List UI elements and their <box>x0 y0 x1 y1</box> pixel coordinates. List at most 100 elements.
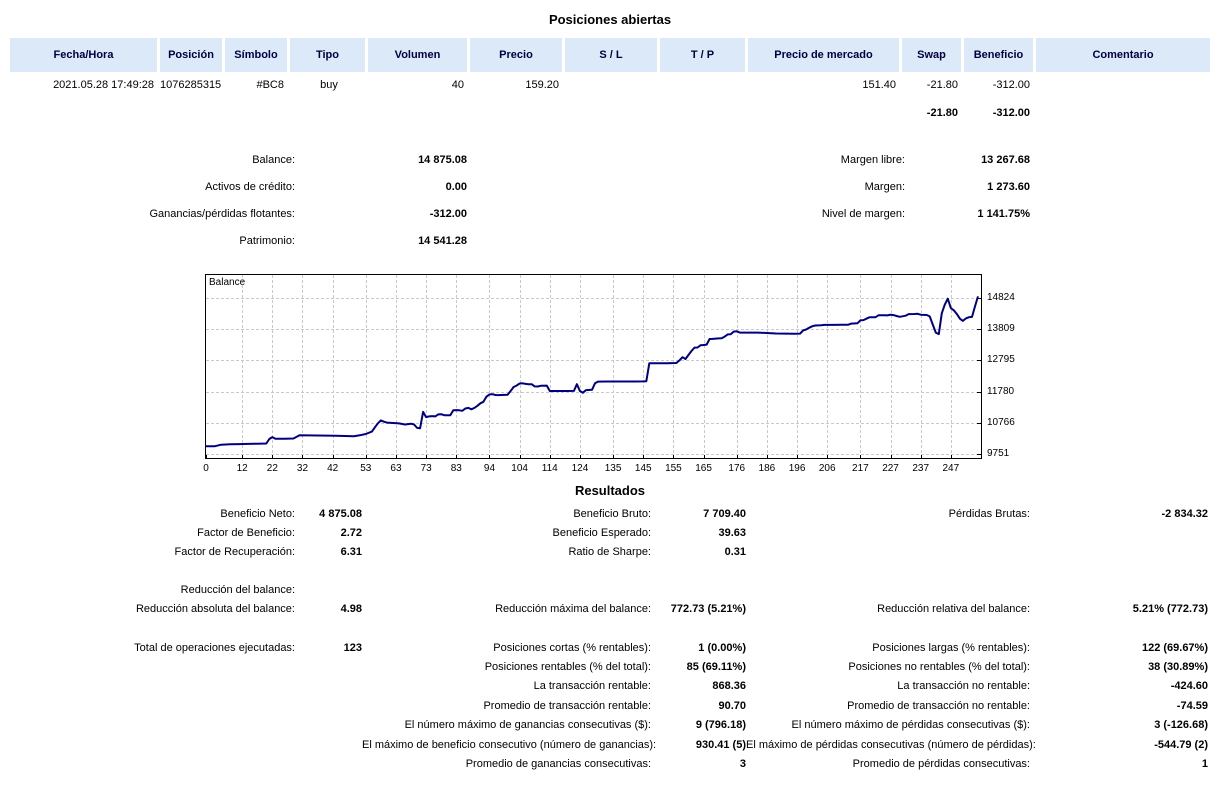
patrimonio-label: Patrimonio: <box>239 234 295 247</box>
x-tick-label: 94 <box>483 463 496 474</box>
cell-swap: -21.80 <box>926 79 958 91</box>
table-header-row: Fecha/Hora Posición Símbolo Tipo Volumen… <box>10 38 1210 72</box>
x-tick-label: 114 <box>541 463 558 474</box>
x-tick-label: 206 <box>818 463 836 474</box>
result-label: El número máximo de pérdidas consecutiva… <box>791 719 1030 732</box>
x-tick-label: 155 <box>665 463 682 474</box>
result-value: 4.98 <box>340 603 362 616</box>
results-row: Factor de Beneficio: 2.72 Beneficio Espe… <box>0 523 1208 542</box>
result-value: 3 <box>739 757 746 770</box>
y-tick-label: 12795 <box>987 354 1015 366</box>
result-value: 90.70 <box>718 699 746 712</box>
result-label: Factor de Recuperación: <box>174 546 295 559</box>
patrimonio-value: 14 541.28 <box>418 234 467 247</box>
page-title: Posiciones abiertas <box>548 12 672 27</box>
x-tick-label: 165 <box>695 463 712 474</box>
column-header-beneficio: Beneficio <box>964 38 1036 72</box>
chart-plot-area <box>205 274 982 459</box>
result-value: -2 834.32 <box>1161 507 1208 520</box>
y-tick-label: 13809 <box>987 323 1015 335</box>
result-label: Promedio de transacción no rentable: <box>847 699 1030 712</box>
x-tick-label: 32 <box>296 463 309 474</box>
activos-credito-label: Activos de crédito: <box>205 180 295 193</box>
result-label: Beneficio Bruto: <box>573 507 651 520</box>
balance-chart: Balance 14824 13809 12795 11780 10766 9751 0 1… <box>203 274 1220 479</box>
cell-tipo: buy <box>320 79 338 91</box>
results-row: Posiciones rentables (% del total): 85 (… <box>0 657 1208 676</box>
x-tick-label: 42 <box>327 463 339 474</box>
cell-sl <box>565 72 660 98</box>
y-axis-labels: 14824 13809 12795 11780 10766 9751 <box>987 275 1032 459</box>
column-header-simbolo: Símbolo <box>225 38 290 72</box>
x-axis-labels: 0 12 22 32 42 53 63 73 83 94 104 114 124 135 145 155 165… <box>203 463 983 477</box>
cell-volumen: 40 <box>451 79 464 91</box>
result-label: Pérdidas Brutas: <box>948 507 1030 520</box>
cell-posicion: 1076285315 <box>160 79 222 91</box>
result-label: Beneficio Neto: <box>220 507 295 520</box>
column-header-tp: T / P <box>660 38 748 72</box>
result-label: Reducción absoluta del balance: <box>135 603 295 616</box>
cell-simbolo: #BC8 <box>256 79 284 91</box>
result-label: Factor de Beneficio: <box>197 527 295 540</box>
cell-tp <box>660 72 748 98</box>
result-label: La transacción rentable: <box>533 680 651 693</box>
y-tick-label: 9751 <box>987 448 1010 459</box>
margen-libre-value: 13 267.68 <box>981 153 1030 166</box>
result-value: 38 (30.89%) <box>1148 661 1208 674</box>
result-label: Ratio de Sharpe: <box>568 546 651 559</box>
result-label: El máximo de pérdidas consecutivas (núme… <box>746 738 1036 751</box>
balance-value: 14 875.08 <box>418 153 467 166</box>
cell-precio-mercado: 151.40 <box>862 79 896 91</box>
nivel-margen-value: 1 141.75% <box>977 207 1030 220</box>
balance-chart-svg <box>205 275 981 458</box>
results-row: Total de operaciones ejecutadas: 123 Pos… <box>0 638 1208 657</box>
x-tick-label: 104 <box>511 463 528 474</box>
column-header-volumen: Volumen <box>368 38 470 72</box>
result-value: -74.59 <box>1176 699 1208 712</box>
results-row: La transacción rentable: 868.36 La trans… <box>0 677 1208 696</box>
x-tick-label: 22 <box>266 463 278 474</box>
column-header-comentario: Comentario <box>1036 38 1210 72</box>
result-label: Reducción del balance: <box>180 583 295 596</box>
x-tick-label: 237 <box>912 463 930 474</box>
result-value: 0.31 <box>724 546 746 559</box>
result-value: 772.73 (5.21%) <box>670 603 746 616</box>
x-tick-label: 83 <box>450 463 462 474</box>
result-label: Promedio de pérdidas consecutivas: <box>852 757 1030 770</box>
results-row: El número máximo de ganancias consecutiv… <box>0 716 1208 735</box>
x-tick-label: 145 <box>634 463 652 474</box>
result-value: 2.72 <box>340 527 362 540</box>
result-label: Posiciones no rentables (% del total): <box>848 661 1030 674</box>
result-value: 7 709.40 <box>703 507 746 520</box>
x-tick-label: 227 <box>882 463 899 474</box>
column-header-precio-mercado: Precio de mercado <box>748 38 902 72</box>
total-beneficio: -312.00 <box>992 107 1030 119</box>
column-header-posicion: Posición <box>160 38 225 72</box>
result-value: 122 (69.67%) <box>1141 641 1208 654</box>
result-label: Promedio de ganancias consecutivas: <box>465 757 651 770</box>
result-label: Reducción relativa del balance: <box>877 603 1030 616</box>
cell-precio: 159.20 <box>525 79 559 91</box>
result-value: 930.41 (5) <box>695 738 746 751</box>
column-header-fecha-hora: Fecha/Hora <box>10 38 160 72</box>
balance-label: Balance: <box>252 153 295 166</box>
column-header-tipo: Tipo <box>290 38 368 72</box>
result-value: 1 <box>1201 757 1208 770</box>
result-label: Promedio de transacción rentable: <box>483 699 651 712</box>
results-row: Promedio de transacción rentable: 90.70 … <box>0 696 1208 715</box>
flotantes-label: Ganancias/pérdidas flotantes: <box>149 207 295 220</box>
position-row: 2021.05.28 17:49:28 1076285315 #BC8 buy … <box>10 72 1210 98</box>
cell-comentario <box>1036 72 1210 98</box>
result-value: 3 (-126.68) <box>1154 719 1208 732</box>
cell-fecha-hora: 2021.05.28 17:49:28 <box>53 79 154 91</box>
x-tick-label: 176 <box>728 463 746 474</box>
x-tick-label: 0 <box>203 463 209 474</box>
results-row: Factor de Recuperación: 6.31 Ratio de Sh… <box>0 543 1208 562</box>
result-label: Posiciones rentables (% del total): <box>484 661 651 674</box>
x-tick-label: 186 <box>758 463 776 474</box>
result-value: 6.31 <box>340 546 362 559</box>
results-heading: Resultados <box>574 483 646 498</box>
result-value: 868.36 <box>712 680 746 693</box>
x-tick-label: 135 <box>604 463 622 474</box>
x-tick-label: 124 <box>571 463 589 474</box>
